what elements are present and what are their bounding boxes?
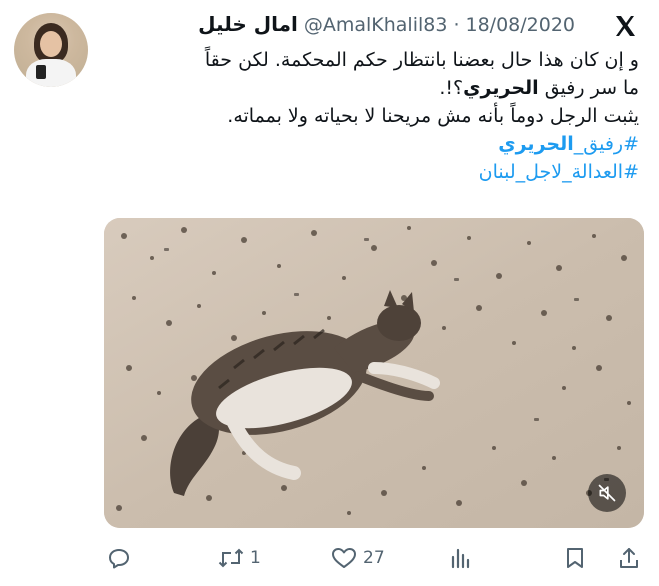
text-line2-prefix: ما سر رفيق: [538, 77, 639, 99]
share-icon: [618, 546, 640, 570]
user-handle[interactable]: @AmalKhalil83: [304, 14, 448, 36]
hashtag1-prefix: #رفيق_: [573, 133, 639, 155]
tweet-header: امال خليل @AmalKhalil83 · 18/08/2020: [198, 12, 575, 36]
header-separator: ·: [453, 14, 460, 36]
tweet-text-line2: ما سر رفيق الحريري؟!.: [99, 74, 639, 102]
reply-icon: [107, 546, 131, 570]
tweet-actions: 1 27: [0, 540, 659, 580]
avatar-face: [40, 31, 62, 57]
retweet-count: 1: [250, 548, 261, 568]
views-button[interactable]: [450, 540, 472, 576]
share-button[interactable]: [618, 540, 640, 576]
hashtag-justice-for-lebanon[interactable]: #العدالة_لاجل_لبنان: [99, 158, 639, 186]
volume-mute-icon[interactable]: [588, 474, 626, 512]
hashtag-rafiq-hariri[interactable]: #رفيق_الحريري: [99, 130, 639, 158]
retweet-button[interactable]: 1: [218, 540, 261, 576]
text-line2-suffix: ؟!.: [439, 77, 464, 99]
text-line2-bold: الحريري: [463, 77, 539, 99]
like-button[interactable]: 27: [331, 540, 385, 576]
avatar[interactable]: [14, 13, 88, 87]
views-chart-icon: [450, 546, 472, 570]
retweet-icon: [218, 546, 244, 570]
like-count: 27: [363, 548, 385, 568]
tweet-text-line1: و إن كان هذا حال بعضنا بانتظار حكم المحك…: [204, 49, 639, 71]
heart-icon: [331, 546, 357, 570]
reply-button[interactable]: [107, 540, 137, 576]
bookmark-icon: [564, 546, 586, 570]
x-logo-icon[interactable]: [613, 14, 637, 38]
tweet-date[interactable]: 18/08/2020: [465, 14, 575, 36]
video-player[interactable]: [104, 218, 644, 528]
tweet-text-line3: يثبت الرجل دوماً بأنه مش مريحنا لا بحيات…: [227, 105, 639, 127]
hashtag1-bold: الحريري: [498, 133, 574, 155]
avatar-microphone: [36, 65, 46, 79]
tweet-text: و إن كان هذا حال بعضنا بانتظار حكم المحك…: [99, 46, 639, 186]
bookmark-button[interactable]: [564, 540, 586, 576]
video-frame-cat: [104, 218, 644, 528]
avatar-body: [26, 59, 76, 87]
display-name[interactable]: امال خليل: [198, 12, 298, 36]
